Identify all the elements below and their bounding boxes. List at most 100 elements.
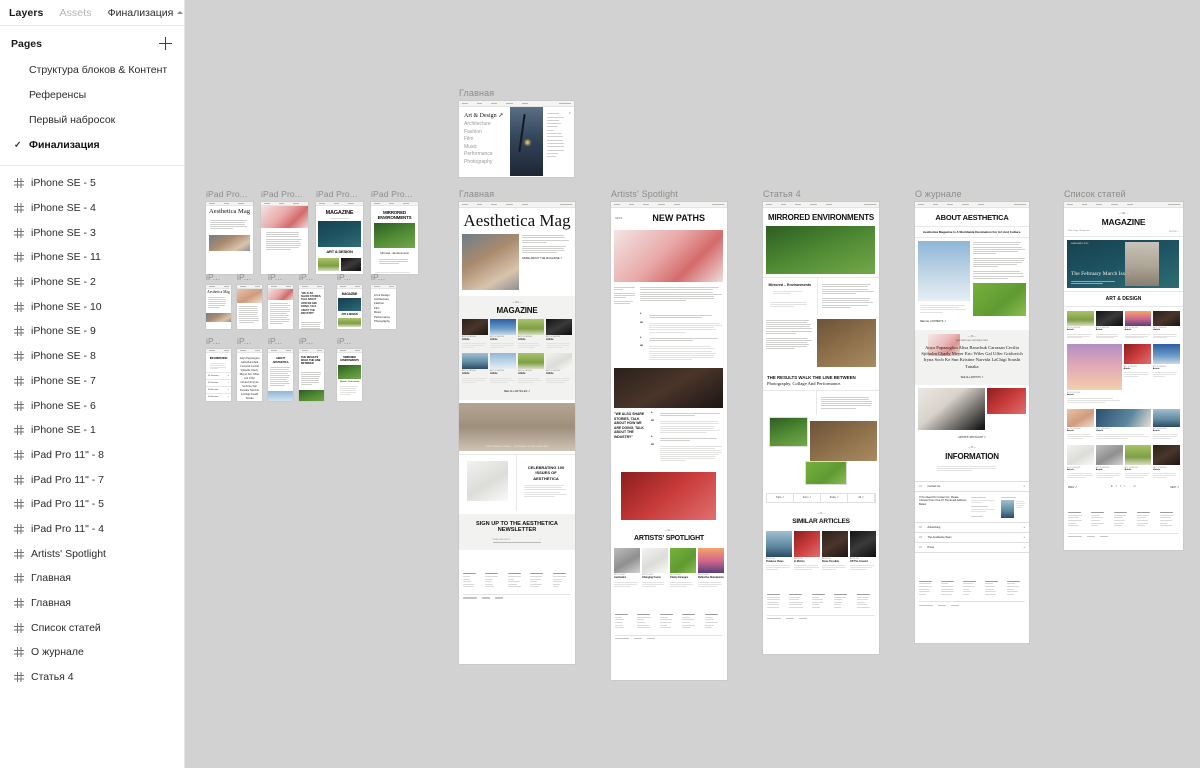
accordion-row[interactable]: 02 Section + xyxy=(206,379,231,386)
sidelist-item[interactable] xyxy=(547,130,554,131)
accordion-row[interactable]: 04 Section + xyxy=(206,393,231,400)
article-card[interactable]: ART & DESIGN Article xyxy=(1096,409,1151,441)
arrow-icon[interactable]: ↗ xyxy=(540,538,542,541)
see-all-link[interactable]: SEE ALL CONTENTS ↗ xyxy=(918,320,970,323)
layer-item[interactable]: iPad Pro 11" - 4 xyxy=(0,517,184,542)
artboard-body[interactable]: MIRRORED ENVIRONMENTS Mirrored – Environm… xyxy=(763,202,879,654)
nav-item[interactable] xyxy=(317,350,322,351)
footer-link[interactable] xyxy=(1068,520,1082,521)
footer-link[interactable] xyxy=(834,607,841,608)
footer-link[interactable] xyxy=(508,584,517,585)
footer-link[interactable] xyxy=(812,599,823,600)
layer-item[interactable]: iPhone SE - 7 xyxy=(0,369,184,394)
nav-item[interactable] xyxy=(293,203,299,204)
artboard-label[interactable]: О журнале xyxy=(915,189,1029,200)
accordion-header[interactable]: 02 Advertising + xyxy=(915,523,1029,533)
nav-item[interactable] xyxy=(302,350,308,351)
footer-link[interactable] xyxy=(789,604,801,605)
footer-link[interactable] xyxy=(463,584,474,585)
artboard-body[interactable]: ABOUT AESTHETICA Aesthetica Magazine Is A… xyxy=(915,202,1029,643)
artboard-body[interactable]: MIRRORED ENVIRONMENTS Mirrored – Environme… xyxy=(371,202,418,274)
plus-icon[interactable]: + xyxy=(228,396,229,398)
artboard-body[interactable]: MAGAZINE ART & DESIGN xyxy=(316,202,363,274)
article-card[interactable]: ART & DESIGN Article xyxy=(546,353,572,384)
artboard-label[interactable]: iP... xyxy=(237,336,262,347)
footer-link[interactable] xyxy=(660,625,667,626)
article-card[interactable]: ARTICLE Noise Possible xyxy=(822,531,848,573)
footer-link[interactable] xyxy=(941,586,954,587)
article-card[interactable]: ART & DESIGN Article xyxy=(546,319,572,350)
nav-item[interactable] xyxy=(224,203,229,204)
page-item[interactable]: Структура блоков & Контент xyxy=(0,57,184,82)
artboard[interactable]: Artists' Spotlight NEWS NEW PATHS A MR A MR "WE… xyxy=(611,189,727,680)
accordion-header[interactable]: 03 The Aesthetica Team + xyxy=(915,533,1029,543)
artboard[interactable]: iP... xyxy=(268,272,293,329)
footer-link[interactable] xyxy=(812,597,819,598)
footer-link[interactable] xyxy=(812,604,819,605)
footer-link[interactable] xyxy=(530,586,539,587)
plus-icon[interactable]: + xyxy=(1023,546,1025,549)
footer-link[interactable] xyxy=(919,586,932,587)
article-card[interactable]: ART & DESIGN Article xyxy=(518,353,544,384)
footer-link[interactable] xyxy=(1137,525,1145,526)
footer-link[interactable] xyxy=(1137,515,1149,516)
sidelist-item[interactable] xyxy=(547,120,559,121)
footer-link[interactable] xyxy=(508,579,515,580)
layer-item[interactable]: iPhone SE - 4 xyxy=(0,196,184,221)
next-button[interactable]: NEXT ↗ xyxy=(1170,486,1179,489)
footer-link[interactable] xyxy=(834,597,846,598)
layer-item[interactable]: Список статей xyxy=(0,615,184,640)
artboard-body[interactable]: Art & Design Architecture Fashion Film Music… xyxy=(371,285,396,329)
nav-item[interactable] xyxy=(286,350,291,351)
footer-link[interactable] xyxy=(963,591,971,592)
footer-link[interactable] xyxy=(1068,523,1076,524)
footer-legal[interactable] xyxy=(495,597,503,598)
footer-link[interactable] xyxy=(1114,525,1122,526)
footer-legal[interactable] xyxy=(615,638,629,639)
page-switcher[interactable]: Финализация xyxy=(108,7,186,19)
nav-item[interactable] xyxy=(209,286,215,287)
sidelist-item[interactable] xyxy=(547,156,556,157)
footer-link[interactable] xyxy=(919,594,926,595)
footer-link[interactable] xyxy=(767,597,780,598)
artboard[interactable]: iP... MAGAZINE ART & DESIGN xyxy=(337,272,362,329)
nav-item[interactable] xyxy=(403,203,409,204)
nav-item[interactable] xyxy=(477,204,482,205)
filter-tab[interactable]: Today ↗ xyxy=(821,494,848,502)
footer-link[interactable] xyxy=(485,581,492,582)
nav-item[interactable] xyxy=(355,286,360,287)
plus-icon[interactable]: + xyxy=(228,389,229,391)
nav-item[interactable] xyxy=(264,203,270,204)
accordion-header[interactable]: 01 Contact Us × xyxy=(915,482,1029,492)
footer-legal[interactable] xyxy=(482,597,490,598)
footer-link[interactable] xyxy=(985,594,996,595)
footer-link[interactable] xyxy=(1137,520,1148,521)
artboard-body[interactable] xyxy=(261,202,308,274)
footer-link[interactable] xyxy=(530,579,541,580)
nav-item[interactable] xyxy=(389,203,394,204)
nav-item[interactable] xyxy=(477,103,482,104)
menu-item[interactable]: Photography xyxy=(374,319,393,323)
nav-item[interactable] xyxy=(614,204,620,205)
article-card[interactable]: ART & DESIGN Article xyxy=(1067,445,1094,479)
footer-legal[interactable] xyxy=(647,638,655,639)
sidelist-item[interactable] xyxy=(547,123,562,124)
footer-link[interactable] xyxy=(508,581,520,582)
article-card[interactable]: ART & DESIGN Article xyxy=(1125,445,1152,479)
footer-link[interactable] xyxy=(1114,515,1126,516)
footer-link[interactable] xyxy=(789,607,802,608)
nav-item[interactable] xyxy=(506,103,513,104)
footer-legal[interactable] xyxy=(1087,536,1095,537)
layers-list[interactable]: iPhone SE - 5 iPhone SE - 4 iPhone SE - 3i… xyxy=(0,169,184,768)
layer-item[interactable]: iPhone SE - 1 xyxy=(0,418,184,443)
artboard-body[interactable] xyxy=(268,285,293,329)
footer-link[interactable] xyxy=(463,579,470,580)
footer-link[interactable] xyxy=(1068,525,1079,526)
article-card[interactable]: ART & DESIGN Article xyxy=(462,319,488,350)
footer-link[interactable] xyxy=(553,581,563,582)
menu-item[interactable]: Photography xyxy=(464,159,505,167)
footer-legal[interactable] xyxy=(1068,536,1082,537)
nav-item[interactable] xyxy=(1082,204,1087,205)
accordion-header[interactable]: 04 Press + xyxy=(915,543,1029,553)
layer-item[interactable]: Главная xyxy=(0,591,184,616)
